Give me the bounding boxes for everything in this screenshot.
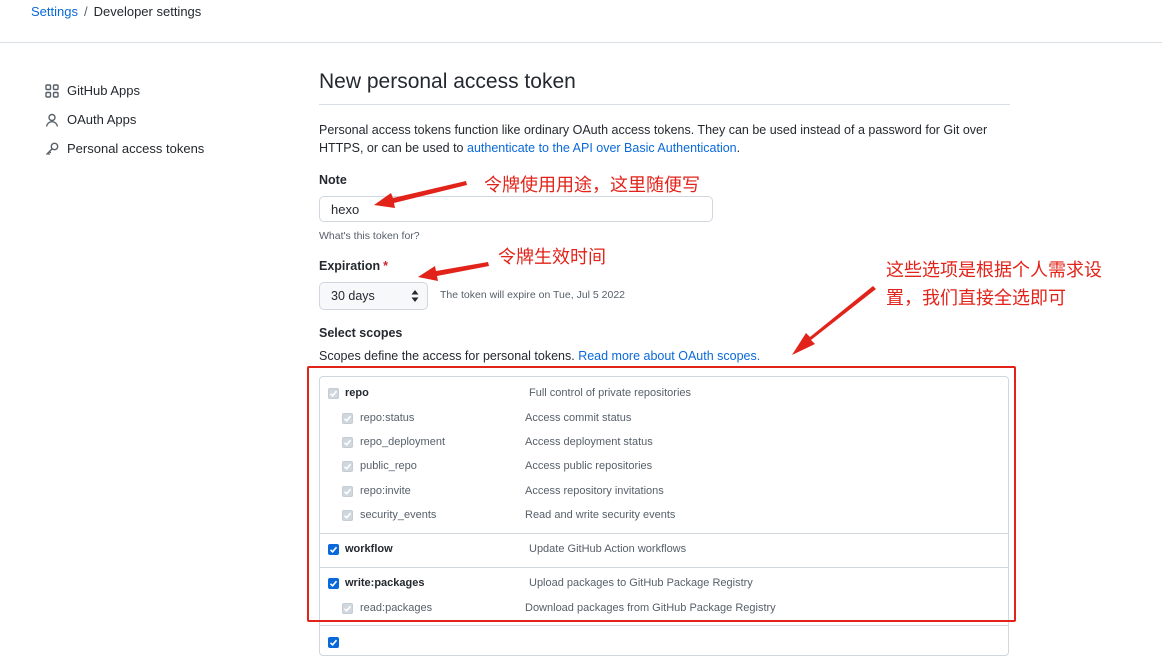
scope-description: Access repository invitations — [525, 485, 664, 497]
expiration-label-text: Expiration — [319, 259, 381, 273]
scope-row-workflow: workflow Update GitHub Action workflows — [320, 538, 1008, 560]
scope-row-next — [320, 631, 1008, 653]
scope-name: repo:status — [360, 412, 415, 424]
scope-checkbox-repo[interactable] — [328, 387, 339, 399]
scope-name: public_repo — [360, 460, 417, 472]
scope-name: repo — [345, 387, 369, 399]
scope-checkbox-next[interactable] — [328, 636, 339, 648]
expiration-label: Expiration * — [319, 259, 388, 273]
scope-row-repo-invite: repo:invite Access repository invitation… — [320, 480, 1008, 502]
scopes-description-text: Scopes define the access for personal to… — [319, 349, 579, 363]
scope-name: repo_deployment — [360, 436, 446, 448]
scopes-arrow-icon — [792, 286, 876, 355]
sidebar-item-label: Personal access tokens — [67, 141, 205, 156]
basic-auth-link[interactable]: authenticate to the API over Basic Authe… — [467, 141, 737, 155]
expiration-selected-value: 30 days — [331, 289, 375, 303]
sidebar-item-label: OAuth Apps — [67, 112, 137, 127]
scopes-table: repo Full control of private repositorie… — [319, 376, 1009, 656]
intro-text-end: . — [736, 141, 741, 155]
scope-description: Upload packages to GitHub Package Regist… — [529, 577, 753, 589]
header-divider — [0, 42, 1162, 43]
scope-row-repo-deployment: repo_deployment Access deployment status — [320, 431, 1008, 453]
scope-name: write:packages — [345, 577, 425, 589]
apps-grid-icon — [44, 83, 60, 99]
breadcrumb-current: Developer settings — [93, 4, 202, 19]
scope-description: Read and write security events — [525, 509, 676, 521]
scope-checkbox-public-repo[interactable] — [342, 460, 353, 472]
note-label: Note — [319, 173, 347, 187]
expiration-arrow-icon — [418, 262, 489, 281]
scope-name: repo:invite — [360, 485, 411, 497]
scopes-description: Scopes define the access for personal to… — [319, 349, 760, 363]
developer-settings-sidebar: GitHub Apps OAuth Apps Personal access t… — [44, 76, 264, 163]
scope-checkbox-repo-status[interactable] — [342, 412, 353, 424]
scope-name: read:packages — [360, 602, 433, 614]
select-arrows-icon — [411, 289, 419, 303]
scope-description: Access public repositories — [525, 460, 653, 472]
scope-row-repo-status: repo:status Access commit status — [320, 407, 1008, 429]
key-icon — [44, 141, 60, 157]
scope-checkbox-workflow[interactable] — [328, 543, 339, 555]
intro-text: Personal access tokens function like ord… — [319, 121, 999, 157]
expiration-select[interactable]: 30 days — [319, 282, 428, 310]
breadcrumb: Settings / Developer settings — [31, 4, 201, 19]
scopes-annotation-line2: 置，我们直接全选即可 — [886, 288, 1066, 309]
sidebar-item-label: GitHub Apps — [67, 83, 140, 98]
breadcrumb-settings-link[interactable]: Settings — [31, 4, 78, 19]
scope-checkbox-repo-deployment[interactable] — [342, 436, 353, 448]
sidebar-item-personal-access-tokens[interactable]: Personal access tokens — [44, 134, 264, 163]
scope-row-public-repo: public_repo Access public repositories — [320, 455, 1008, 477]
oauth-scopes-link[interactable]: Read more about OAuth scopes. — [578, 349, 760, 363]
scope-row-security-events: security_events Read and write security … — [320, 504, 1008, 526]
scope-description: Update GitHub Action workflows — [529, 543, 687, 555]
scope-name: workflow — [345, 543, 393, 555]
person-icon — [44, 112, 60, 128]
scope-row-write-packages: write:packages Upload packages to GitHub… — [320, 572, 1008, 594]
scope-name: security_events — [360, 509, 437, 521]
scope-checkbox-security-events[interactable] — [342, 509, 353, 521]
expiration-hint: The token will expire on Tue, Jul 5 2022 — [440, 289, 626, 301]
required-mark: * — [383, 259, 388, 273]
sidebar-item-oauth-apps[interactable]: OAuth Apps — [44, 105, 264, 134]
title-divider — [319, 104, 1010, 105]
scope-checkbox-read-packages[interactable] — [342, 602, 353, 614]
note-hint: What's this token for? — [319, 230, 420, 242]
select-scopes-label: Select scopes — [319, 326, 403, 340]
sidebar-item-github-apps[interactable]: GitHub Apps — [44, 76, 264, 105]
note-annotation: 令牌使用用途，这里随便写 — [484, 175, 700, 196]
scope-description: Download packages from GitHub Package Re… — [525, 602, 776, 614]
scope-checkbox-repo-invite[interactable] — [342, 485, 353, 497]
scope-checkbox-write-packages[interactable] — [328, 577, 339, 589]
expiration-annotation: 令牌生效时间 — [498, 247, 606, 268]
scope-description: Access deployment status — [525, 436, 653, 448]
scope-description: Access commit status — [525, 412, 632, 424]
scope-row-read-packages: read:packages Download packages from Git… — [320, 597, 1008, 619]
breadcrumb-separator: / — [83, 4, 88, 19]
scope-description: Full control of private repositories — [529, 387, 692, 399]
scope-row-repo: repo Full control of private repositorie… — [320, 382, 1008, 404]
page-title: New personal access token — [319, 70, 576, 93]
scopes-annotation-line1: 这些选项是根据个人需求设 — [886, 260, 1102, 281]
